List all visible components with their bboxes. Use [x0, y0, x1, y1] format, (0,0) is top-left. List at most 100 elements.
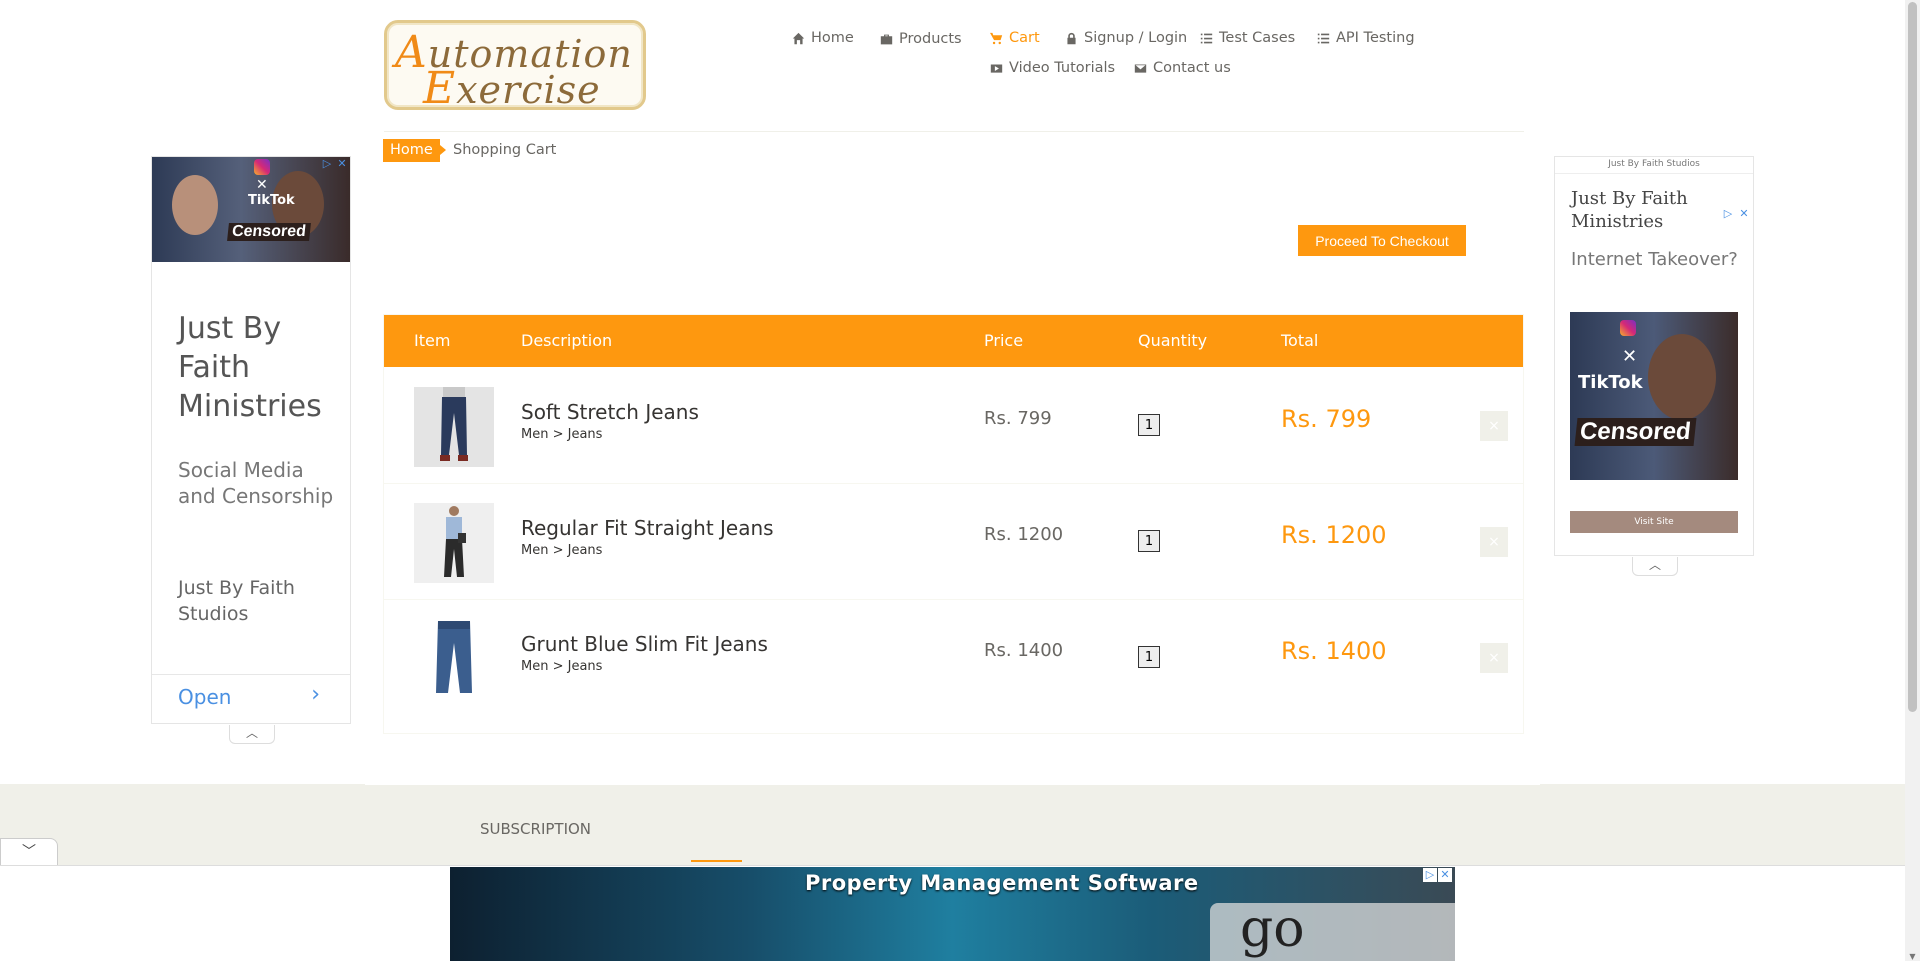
jeans-image — [436, 621, 472, 693]
chevron-down-icon: ﹀ — [22, 844, 36, 860]
header-description: Description — [521, 331, 613, 350]
ad-title: Property Management Software — [805, 871, 1199, 895]
quantity-button[interactable]: 1 — [1138, 530, 1160, 552]
ad-headline[interactable]: Just By Faith Ministries — [1571, 187, 1721, 233]
tiktok-icon: TikTok — [1578, 372, 1643, 393]
product-total: Rs. 1400 — [1281, 637, 1387, 665]
ad-choices-icon[interactable]: ▷ — [320, 157, 334, 171]
quantity-button[interactable]: 1 — [1138, 414, 1160, 436]
table-row: Regular Fit Straight Jeans Men > Jeans R… — [384, 483, 1523, 600]
ad-logo-text: go — [1240, 899, 1305, 959]
left-ad[interactable]: ✕ TikTok Censored ▷ ✕ Just By Faith Mini… — [151, 156, 351, 724]
lock-icon — [1067, 32, 1076, 44]
instagram-icon — [254, 159, 270, 175]
header-quantity: Quantity — [1138, 331, 1208, 350]
cart-table-header: Item Description Price Quantity Total — [384, 315, 1523, 367]
right-ad[interactable]: Just By Faith Studios Just By Faith Mini… — [1554, 156, 1754, 556]
nav-video-tutorials[interactable]: Video Tutorials — [990, 60, 1115, 76]
close-icon[interactable]: ✕ — [1438, 868, 1452, 882]
page-scrollbar[interactable]: ▲ ▼ — [1905, 0, 1920, 961]
ad-open-button[interactable]: Open › — [152, 674, 350, 723]
ad-brand: Just By Faith Studios — [178, 577, 295, 625]
x-icon: ✕ — [256, 177, 268, 193]
ad-choices-icon[interactable]: ▷ — [1423, 868, 1437, 882]
nav-signup-label: Signup / Login — [1084, 30, 1188, 46]
product-category: Men > Jeans — [521, 427, 603, 442]
chevron-up-icon: ︿ — [1648, 558, 1661, 572]
product-name[interactable]: Grunt Blue Slim Fit Jeans — [521, 632, 768, 656]
chevron-up-icon: ︿ — [245, 726, 258, 740]
briefcase-icon — [880, 34, 893, 44]
product-price: Rs. 799 — [984, 408, 1052, 429]
table-row: Soft Stretch Jeans Men > Jeans Rs. 799 1… — [384, 367, 1523, 484]
quantity-button[interactable]: 1 — [1138, 646, 1160, 668]
ad-subtext: Social Media and Censorship — [178, 458, 334, 508]
header-divider — [384, 131, 1524, 132]
product-image[interactable] — [414, 619, 494, 699]
delete-item-button[interactable]: × — [1480, 411, 1508, 441]
breadcrumb-current: Shopping Cart — [453, 142, 557, 158]
cart-icon — [990, 32, 1003, 44]
close-icon[interactable]: ✕ — [1737, 207, 1751, 221]
header-total: Total — [1281, 331, 1319, 350]
ad-brand: Just By Faith Studios — [1608, 159, 1700, 169]
ad-choices-icon[interactable]: ▷ — [1721, 207, 1735, 221]
nav-test-cases[interactable]: Test Cases — [1200, 30, 1295, 46]
delete-item-button[interactable]: × — [1480, 643, 1508, 673]
censored-label: Censored — [227, 223, 311, 241]
header-item: Item — [414, 331, 451, 350]
close-icon: × — [1488, 534, 1500, 550]
collapse-ad-button[interactable]: ︿ — [1632, 557, 1678, 576]
nav-cart[interactable]: Cart — [990, 30, 1040, 46]
subscription-heading: SUBSCRIPTION — [480, 820, 592, 838]
bottom-ad-toggle[interactable]: ﹀ — [0, 838, 58, 866]
x-icon: ✕ — [1622, 346, 1638, 367]
nav-contact-us[interactable]: Contact us — [1134, 60, 1231, 76]
visit-site-button[interactable]: Visit Site — [1570, 511, 1738, 533]
product-name[interactable]: Regular Fit Straight Jeans — [521, 516, 774, 540]
breadcrumb-home[interactable]: Home — [383, 139, 446, 162]
ad-headline[interactable]: Just By Faith Ministries — [178, 309, 338, 426]
nav-video-tutorials-label: Video Tutorials — [1009, 60, 1116, 76]
chevron-right-icon: › — [311, 682, 320, 707]
instagram-icon — [1620, 320, 1636, 336]
scroll-down-icon[interactable]: ▼ — [1905, 952, 1920, 961]
nav-api-testing-label: API Testing — [1336, 30, 1415, 46]
product-total: Rs. 799 — [1281, 405, 1372, 433]
nav-home[interactable]: Home — [792, 30, 854, 46]
header-price: Price — [984, 331, 1024, 350]
home-icon — [792, 32, 805, 44]
table-row: Grunt Blue Slim Fit Jeans Men > Jeans Rs… — [384, 599, 1523, 715]
product-image[interactable] — [414, 503, 494, 583]
ad-subtext: Internet Takeover? — [1571, 249, 1738, 270]
subscription-underline — [691, 860, 742, 862]
nav-products[interactable]: Products — [880, 31, 962, 47]
jeans-image — [440, 387, 468, 461]
cart-table: Item Description Price Quantity Total So… — [383, 314, 1524, 734]
ad-image: ✕ TikTok Censored — [152, 157, 350, 262]
ad-image: ✕ TikTok Censored — [1570, 312, 1738, 480]
youtube-icon — [990, 63, 1003, 73]
collapse-ad-button[interactable]: ︿ — [229, 725, 275, 744]
product-category: Men > Jeans — [521, 659, 603, 674]
nav-signup-login[interactable]: Signup / Login — [1065, 30, 1187, 46]
close-icon: × — [1488, 650, 1500, 666]
ad-logo: go — [1210, 899, 1455, 961]
scrollbar-thumb[interactable] — [1908, 2, 1917, 712]
proceed-to-checkout-button[interactable]: Proceed To Checkout — [1298, 225, 1466, 256]
envelope-icon — [1134, 63, 1147, 73]
close-icon[interactable]: ✕ — [335, 157, 349, 171]
list-icon — [1200, 33, 1213, 43]
product-image[interactable] — [414, 387, 494, 467]
site-logo[interactable]: Automation Exercise — [384, 20, 646, 114]
tiktok-icon: TikTok — [248, 193, 295, 208]
nav-test-cases-label: Test Cases — [1219, 30, 1296, 46]
ad-divider — [1555, 173, 1753, 174]
bottom-banner-ad[interactable]: Property Management Software go ▷ ✕ — [450, 867, 1455, 961]
delete-item-button[interactable]: × — [1480, 527, 1508, 557]
product-name[interactable]: Soft Stretch Jeans — [521, 400, 699, 424]
nav-api-testing[interactable]: API Testing — [1317, 30, 1415, 46]
nav-home-label: Home — [811, 30, 854, 46]
nav-cart-label: Cart — [1009, 30, 1040, 46]
list-icon — [1317, 33, 1330, 43]
